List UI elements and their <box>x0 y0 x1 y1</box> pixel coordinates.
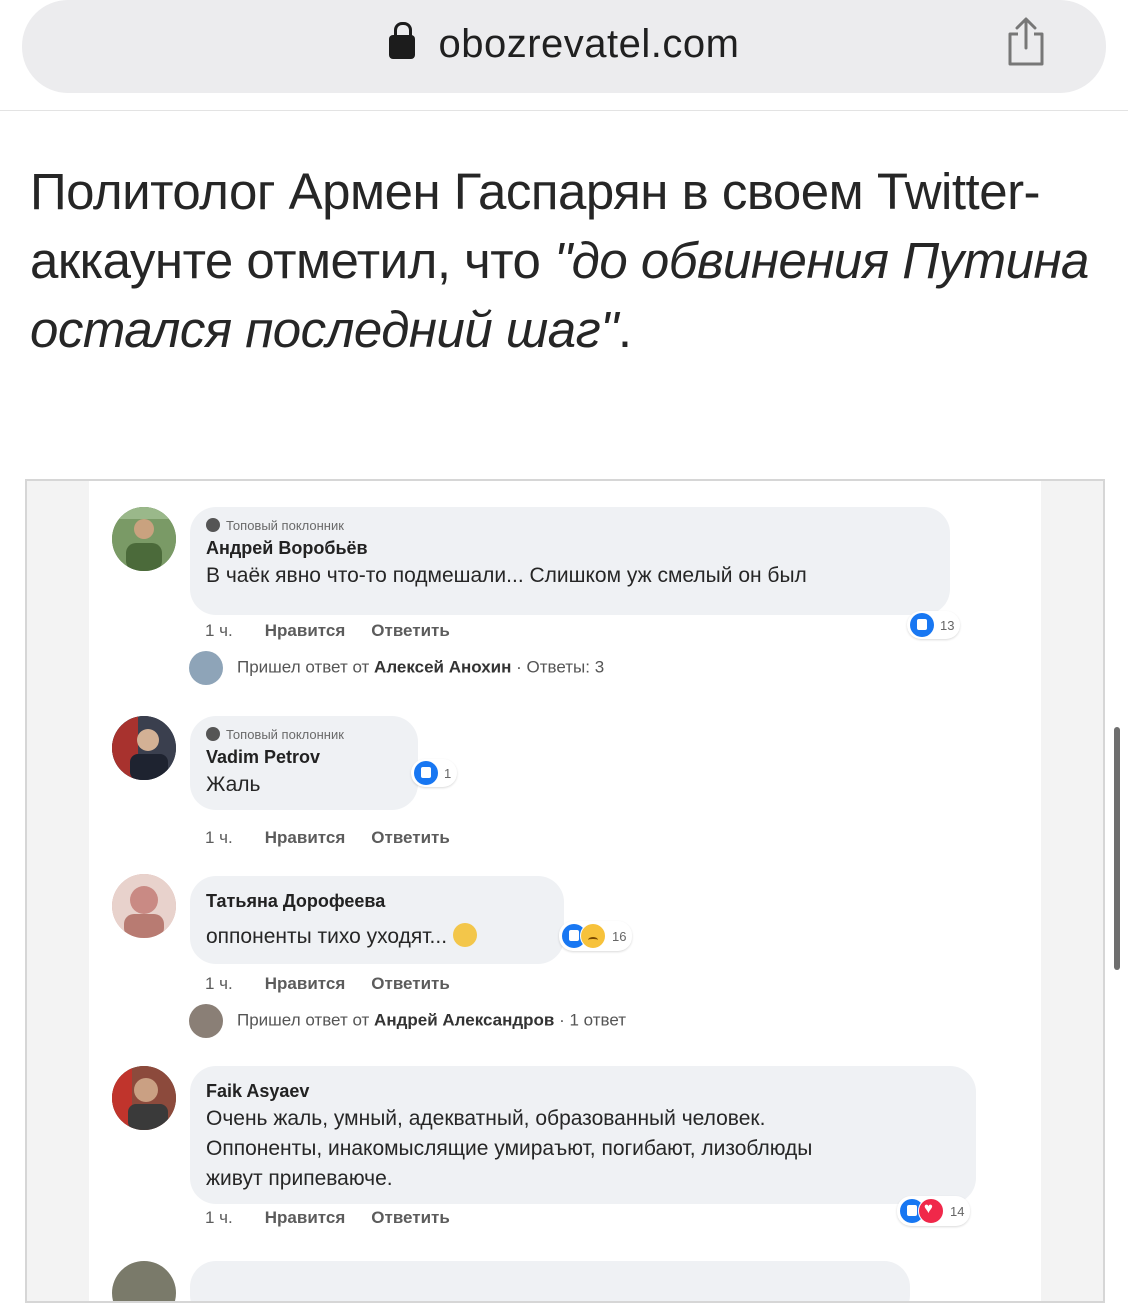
comment-actions: 1 ч. Нравится Ответить <box>205 974 476 994</box>
reply-button[interactable]: Ответить <box>371 621 450 640</box>
scrollbar[interactable] <box>1114 727 1120 970</box>
comment-text: Жаль <box>206 773 261 796</box>
comment-text-line: Очень жаль, умный, адекватный, образован… <box>206 1107 766 1130</box>
like-reaction-icon <box>910 613 934 637</box>
lock-icon <box>388 22 415 59</box>
crying-emoji-icon <box>453 923 478 947</box>
share-icon[interactable] <box>1004 16 1048 68</box>
comment-bubble: Faik Asyaev Очень жаль, умный, адекватны… <box>190 1066 976 1204</box>
avatar[interactable] <box>112 507 176 571</box>
article-period: . <box>617 301 632 358</box>
sad-reaction-icon <box>580 923 606 949</box>
comment-author[interactable]: Faik Asyaev <box>206 1078 960 1104</box>
article-paragraph: Политолог Армен Гаспарян в своем Twitter… <box>30 157 1100 364</box>
comment-time: 1 ч. <box>205 828 233 847</box>
avatar[interactable] <box>112 1066 176 1130</box>
comment-bubble: Топовый поклонник Андрей Воробьёв В чаёк… <box>190 507 950 615</box>
comment-actions: 1 ч. Нравится Ответить <box>205 828 476 848</box>
love-reaction-icon <box>918 1198 944 1224</box>
embedded-comments-image: Топовый поклонник Андрей Воробьёв В чаёк… <box>25 479 1105 1303</box>
reactions[interactable]: 14 <box>897 1196 971 1226</box>
comment-actions: 1 ч. Нравится Ответить <box>205 621 476 641</box>
reactions[interactable]: 1 <box>411 759 458 787</box>
comments-panel: Топовый поклонник Андрей Воробьёв В чаёк… <box>89 481 1041 1301</box>
top-fan-badge: Топовый поклонник <box>206 726 402 744</box>
comment-time: 1 ч. <box>205 974 233 993</box>
reply-notice[interactable]: Пришел ответ от Андрей Александров · 1 о… <box>189 1004 626 1038</box>
badge-icon <box>206 727 220 741</box>
reply-button[interactable]: Ответить <box>371 828 450 847</box>
like-button[interactable]: Нравится <box>265 1208 346 1227</box>
reply-button[interactable]: Ответить <box>371 974 450 993</box>
avatar[interactable] <box>112 1261 176 1301</box>
avatar[interactable] <box>112 874 176 938</box>
browser-toolbar: obozrevatel.com <box>0 0 1128 111</box>
comment-time: 1 ч. <box>205 1208 233 1227</box>
reply-button[interactable]: Ответить <box>371 1208 450 1227</box>
avatar-photo <box>112 874 176 938</box>
comment-bubble: Топовый поклонник Vadim Petrov Жаль <box>190 716 418 810</box>
comment-actions: 1 ч. Нравится Ответить <box>205 1208 476 1228</box>
comment-author[interactable]: Андрей Воробьёв <box>206 535 934 561</box>
address-bar[interactable]: obozrevatel.com <box>22 0 1106 93</box>
comment-author[interactable]: Vadim Petrov <box>206 744 402 770</box>
comment-text: В чаёк явно что-то подмешали... Слишком … <box>206 564 807 587</box>
comment-bubble <box>190 1261 910 1301</box>
top-fan-badge: Топовый поклонник <box>206 517 934 535</box>
comment-time: 1 ч. <box>205 621 233 640</box>
avatar-photo <box>112 507 176 571</box>
reactions[interactable]: 13 <box>907 611 961 639</box>
avatar-photo <box>112 716 176 780</box>
comment-author[interactable]: Татьяна Дорофеева <box>206 888 548 914</box>
like-button[interactable]: Нравится <box>265 974 346 993</box>
url-display[interactable]: obozrevatel.com <box>22 22 1106 67</box>
badge-icon <box>206 518 220 532</box>
reply-notice[interactable]: Пришел ответ от Алексей Анохин · Ответы:… <box>189 651 604 685</box>
avatar-photo <box>112 1066 176 1130</box>
like-button[interactable]: Нравится <box>265 621 346 640</box>
reactions[interactable]: 16 <box>559 921 633 951</box>
comment-bubble: Татьяна Дорофеева оппоненты тихо уходят.… <box>190 876 564 964</box>
comment-text: оппоненты тихо уходят... <box>206 922 548 952</box>
avatar[interactable] <box>112 716 176 780</box>
comment-text-line: живут припеваюче. <box>206 1167 393 1190</box>
reply-avatar <box>189 651 223 685</box>
reply-avatar <box>189 1004 223 1038</box>
comment-text-line: Оппоненты, инакомыслящие умираъют, погиб… <box>206 1137 813 1160</box>
like-button[interactable]: Нравится <box>265 828 346 847</box>
like-reaction-icon <box>414 761 438 785</box>
url-text: obozrevatel.com <box>438 22 740 66</box>
